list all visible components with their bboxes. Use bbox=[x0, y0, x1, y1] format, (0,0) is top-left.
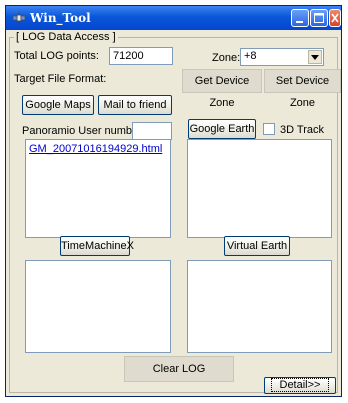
panoramio-user-field[interactable] bbox=[132, 122, 172, 140]
main-window: Win_Tool [ LOG Data Access ] Total LOG p… bbox=[5, 5, 342, 397]
zone-value: +8 bbox=[244, 50, 257, 62]
google-maps-file-list[interactable]: GM_20071016194929.html bbox=[25, 139, 171, 238]
total-log-label: Total LOG points: bbox=[14, 50, 99, 62]
zone-label: Zone: bbox=[212, 52, 241, 64]
3d-track-label: 3D Track bbox=[280, 124, 325, 136]
close-button[interactable] bbox=[329, 9, 341, 27]
timemachinex-file-list[interactable] bbox=[25, 260, 171, 353]
virtual-earth-file-list[interactable] bbox=[187, 260, 332, 353]
minimize-button[interactable] bbox=[291, 9, 309, 27]
group-label: [ LOG Data Access ] bbox=[14, 31, 118, 43]
virtual-earth-button[interactable]: Virtual Earth bbox=[224, 236, 290, 256]
clear-log-button[interactable]: Clear LOG bbox=[124, 356, 234, 382]
satellite-icon bbox=[12, 11, 26, 25]
set-device-zone-button[interactable]: Set Device Zone bbox=[264, 69, 341, 109]
3d-track-checkbox[interactable] bbox=[263, 123, 275, 135]
total-log-field[interactable]: 71200 bbox=[109, 47, 173, 65]
google-earth-button[interactable]: Google Earth bbox=[188, 119, 256, 139]
google-earth-file-list[interactable] bbox=[187, 139, 332, 238]
zone-dropdown-button[interactable] bbox=[308, 50, 322, 64]
title-bar[interactable]: Win_Tool bbox=[6, 6, 341, 30]
detail-button[interactable]: Detail>> bbox=[264, 377, 336, 394]
zone-select[interactable]: +8 bbox=[240, 48, 324, 66]
list-item[interactable]: GM_20071016194929.html bbox=[29, 143, 162, 155]
timemachinex-button[interactable]: TimeMachineX bbox=[60, 236, 134, 256]
maximize-button[interactable] bbox=[310, 9, 328, 27]
chevron-down-icon bbox=[311, 55, 319, 60]
google-maps-button[interactable]: Google Maps bbox=[22, 95, 94, 115]
mail-to-friend-button[interactable]: Mail to friend bbox=[98, 95, 172, 115]
get-device-zone-button[interactable]: Get Device Zone bbox=[182, 69, 262, 109]
window-title: Win_Tool bbox=[30, 11, 91, 25]
detail-label: Detail>> bbox=[270, 378, 330, 392]
target-format-label: Target File Format: bbox=[14, 73, 107, 85]
panoramio-label: Panoramio User number bbox=[22, 125, 142, 137]
